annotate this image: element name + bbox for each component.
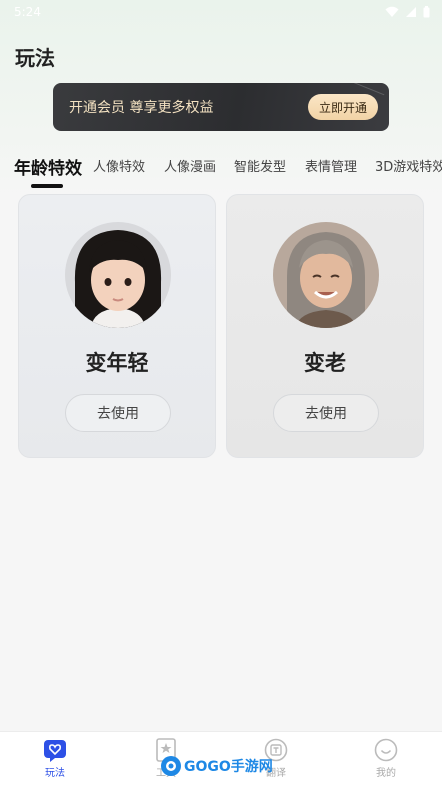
nav-item-mine[interactable]: 我的	[356, 738, 416, 779]
gogo-logo-icon	[161, 756, 181, 776]
child-portrait-image	[65, 222, 171, 328]
effect-card-older[interactable]: 变老 去使用	[226, 194, 424, 458]
tab-portrait-cartoon[interactable]: 人像漫画	[164, 148, 216, 175]
nav-item-play[interactable]: 玩法	[25, 738, 85, 779]
effect-card-younger[interactable]: 变年轻 去使用	[18, 194, 216, 458]
tab-portrait-effect[interactable]: 人像特效	[93, 148, 145, 175]
nav-label-mine: 我的	[376, 768, 396, 779]
status-time: 5:24	[14, 5, 41, 19]
use-younger-button[interactable]: 去使用	[65, 394, 171, 432]
watermark-text: GOGO手游网	[184, 759, 273, 775]
tab-expression[interactable]: 表情管理	[305, 148, 357, 175]
signal-icon	[406, 7, 416, 17]
vip-banner[interactable]: 开通会员 尊享更多权益 立即开通	[53, 83, 389, 131]
tab-age-effect[interactable]: 年龄特效	[14, 148, 82, 179]
wifi-icon	[385, 6, 399, 17]
elderly-portrait-image	[273, 222, 379, 328]
category-tabs: 年龄特效 人像特效 人像漫画 智能发型 表情管理 3D游戏特效	[0, 148, 442, 188]
vip-banner-text: 开通会员 尊享更多权益	[69, 100, 214, 116]
use-older-button[interactable]: 去使用	[273, 394, 379, 432]
status-bar: 5:24	[0, 0, 442, 24]
page-title: 玩法	[15, 46, 55, 70]
heart-chat-icon	[44, 740, 66, 762]
open-vip-button[interactable]: 立即开通	[308, 94, 378, 120]
status-icons	[385, 6, 430, 18]
card-title-younger: 变年轻	[85, 351, 149, 375]
tab-smart-hairstyle[interactable]: 智能发型	[234, 148, 286, 175]
nav-label-play: 玩法	[45, 768, 65, 779]
card-title-older: 变老	[304, 351, 346, 375]
tab-3d-game-effect[interactable]: 3D游戏特效	[375, 148, 442, 175]
watermark-logo: GOGO手游网	[160, 755, 273, 777]
active-tab-indicator	[31, 184, 63, 188]
battery-icon	[423, 6, 430, 18]
smile-icon	[374, 738, 398, 762]
